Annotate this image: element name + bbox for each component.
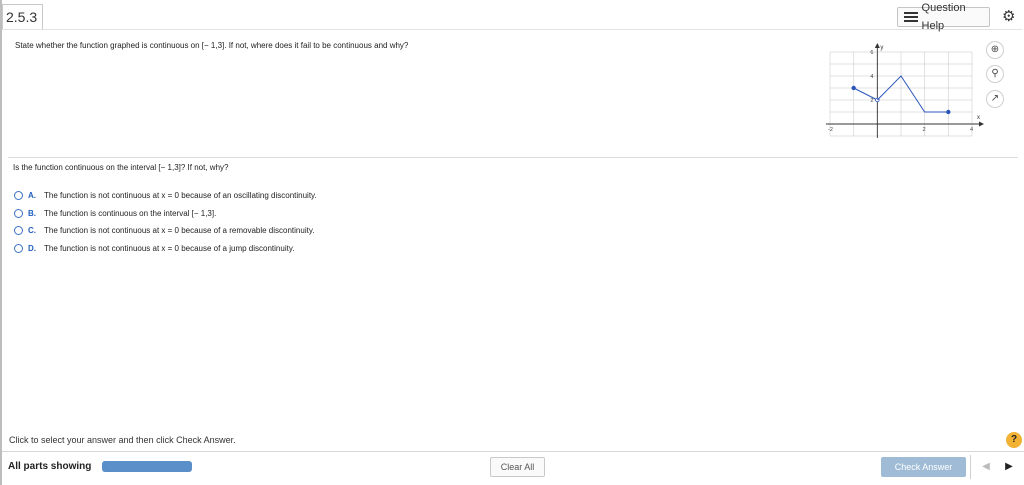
help-icon[interactable]: ? bbox=[1006, 432, 1022, 448]
check-answer-button[interactable]: Check Answer bbox=[881, 457, 966, 477]
series-line-2 bbox=[876, 75, 949, 113]
answer-option-d[interactable]: D. The function is not continuous at x =… bbox=[14, 242, 294, 254]
option-letter: B. bbox=[28, 208, 36, 218]
question-help-button[interactable]: Question Help bbox=[897, 2, 990, 32]
radio-button[interactable] bbox=[14, 225, 23, 235]
x-tick-label: 4 bbox=[970, 127, 973, 133]
answer-option-b[interactable]: B. The function is continuous on the int… bbox=[14, 207, 216, 219]
option-letter: D. bbox=[28, 243, 36, 253]
section-divider bbox=[8, 157, 1018, 158]
x-tick-label: -2 bbox=[828, 127, 833, 133]
closed-endpoint bbox=[946, 109, 951, 115]
x-tick-label: 2 bbox=[923, 127, 926, 133]
y-tick-label: 6 bbox=[870, 50, 873, 56]
answer-option-c[interactable]: C. The function is not continuous at x =… bbox=[14, 224, 314, 236]
list-icon bbox=[904, 11, 918, 23]
answer-option-a[interactable]: A. The function is not continuous at x =… bbox=[14, 189, 317, 201]
option-text: The function is not continuous at x = 0 … bbox=[44, 225, 315, 235]
question-number: 2.5.3 bbox=[2, 4, 43, 29]
question-header: 2.5.3 Question Help ⚙ bbox=[2, 2, 1022, 32]
option-text: The function is not continuous at x = 0 … bbox=[44, 243, 295, 253]
question-help-label: Question Help bbox=[921, 2, 966, 32]
option-letter: C. bbox=[28, 225, 36, 235]
next-arrow-icon[interactable]: ▶ bbox=[1000, 458, 1018, 476]
radio-button[interactable] bbox=[14, 243, 23, 253]
radio-button[interactable] bbox=[14, 208, 23, 218]
closed-endpoint bbox=[851, 85, 856, 91]
clear-all-button[interactable]: Clear All bbox=[490, 457, 545, 477]
problem-statement: State whether the function graphed is co… bbox=[15, 41, 409, 50]
expand-icon[interactable]: ↗ bbox=[986, 90, 1004, 108]
x-axis-arrow-icon bbox=[979, 121, 984, 127]
series-line-1 bbox=[853, 87, 878, 101]
option-text: The function is continuous on the interv… bbox=[44, 208, 217, 218]
progress-bar bbox=[102, 461, 192, 472]
option-letter: A. bbox=[28, 190, 36, 200]
previous-arrow-icon[interactable]: ◀ bbox=[977, 458, 995, 476]
radio-button[interactable] bbox=[14, 190, 23, 200]
x-axis-label: x bbox=[977, 115, 980, 121]
y-axis-label: y bbox=[880, 45, 883, 51]
function-graph: x y -2 2 4 2 4 6 bbox=[826, 43, 984, 138]
option-text: The function is not continuous at x = 0 … bbox=[44, 190, 317, 200]
instruction-hint: Click to select your answer and then cli… bbox=[9, 435, 236, 445]
question-text: Is the function continuous on the interv… bbox=[13, 163, 229, 172]
y-tick-label: 2 bbox=[870, 98, 873, 104]
footer-separator bbox=[970, 455, 971, 479]
y-tick-label: 4 bbox=[870, 74, 873, 80]
zoom-out-icon[interactable]: ⚲ bbox=[986, 65, 1004, 83]
y-axis-arrow-icon bbox=[874, 43, 880, 48]
zoom-in-icon[interactable]: ⊕ bbox=[986, 41, 1004, 59]
progress-fill bbox=[102, 461, 192, 472]
footer-bar: All parts showing Clear All Check Answer… bbox=[2, 451, 1024, 485]
parts-showing-label: All parts showing bbox=[8, 461, 92, 472]
gear-icon[interactable]: ⚙ bbox=[1002, 7, 1015, 27]
